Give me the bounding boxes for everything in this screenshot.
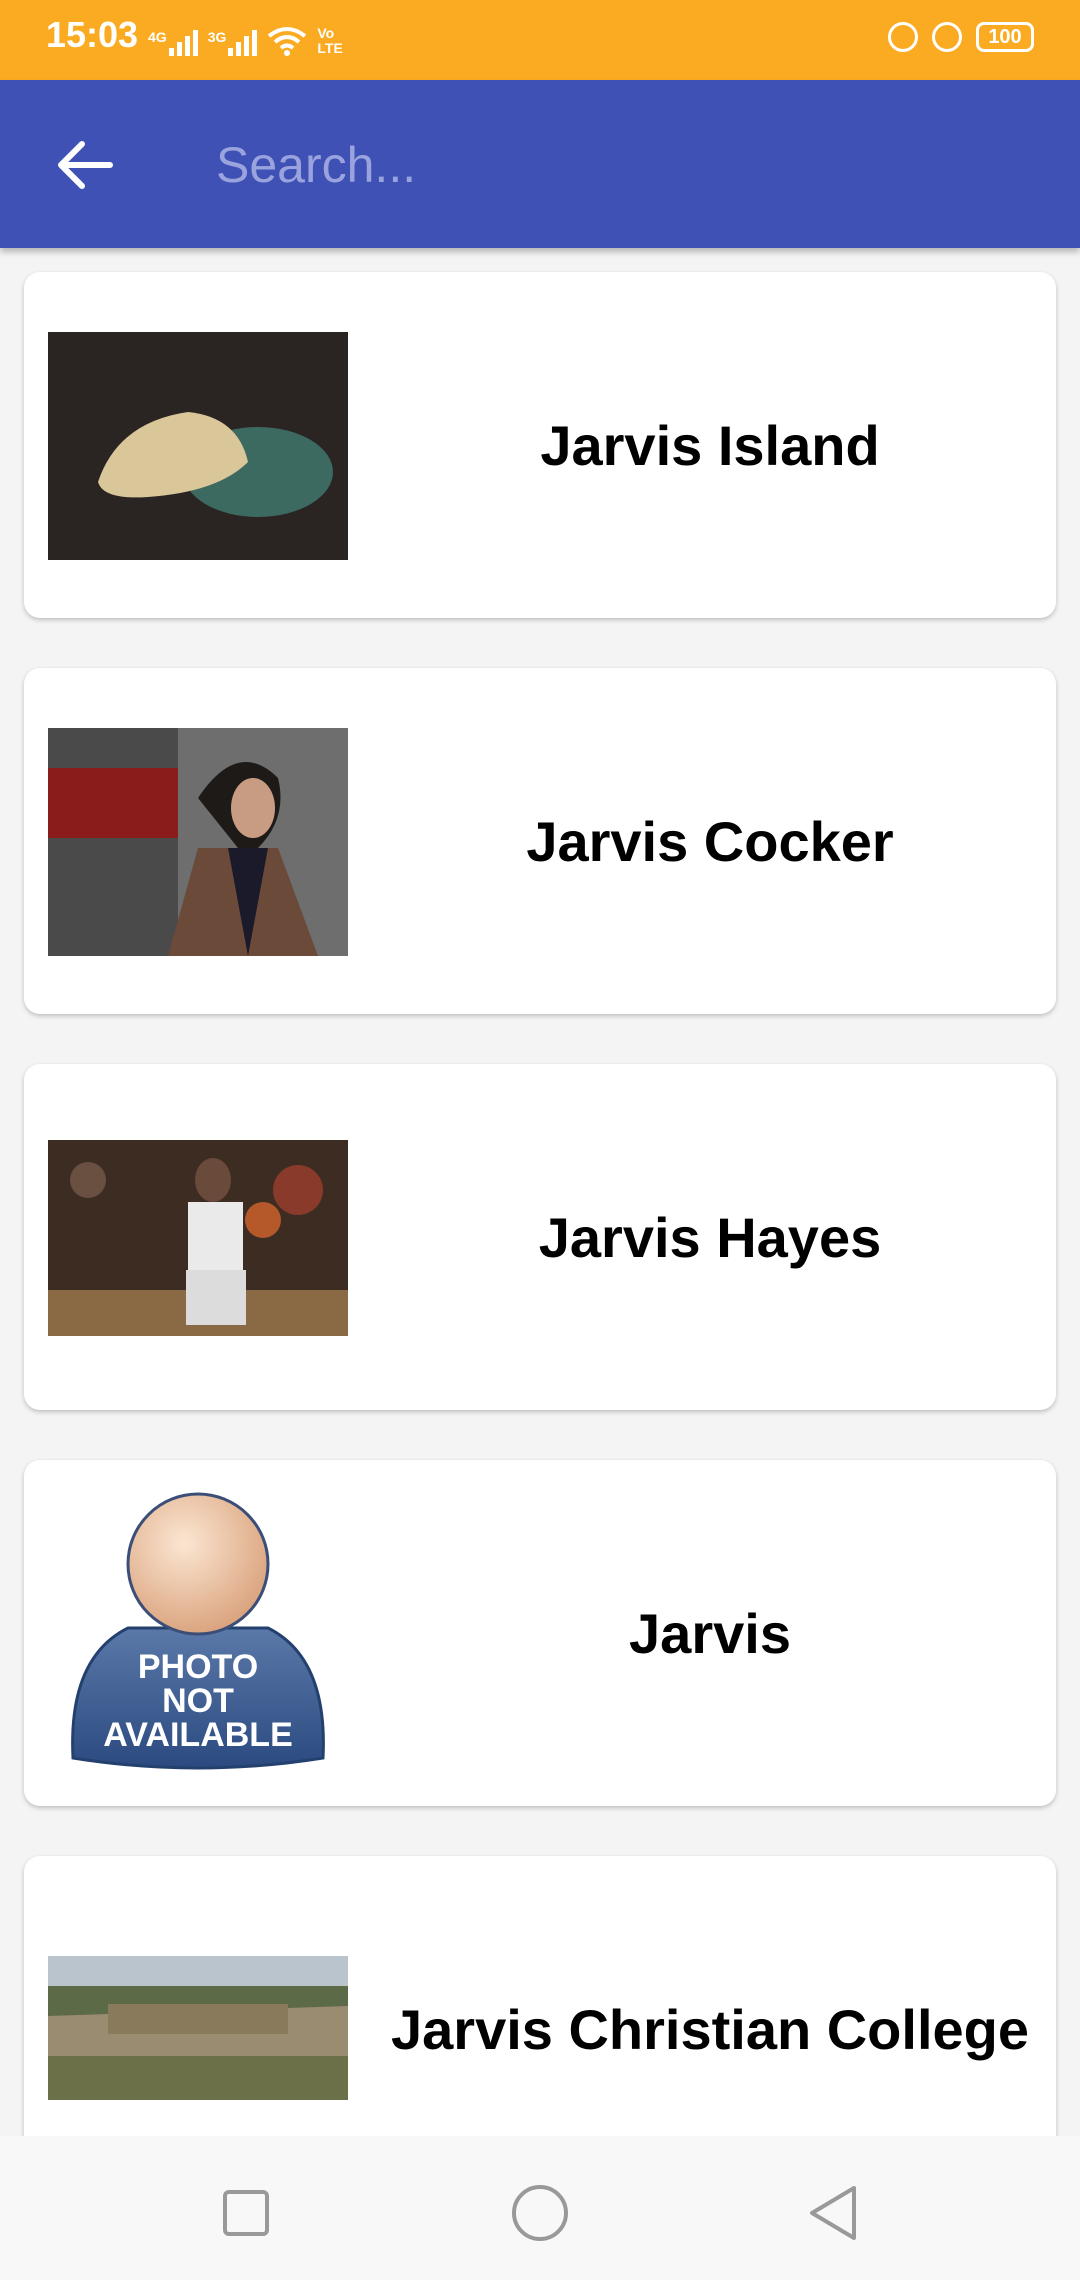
jarvis-christian-college-thumbnail [48, 1956, 348, 2100]
result-title: Jarvis Hayes [538, 1205, 882, 1269]
home-icon[interactable] [505, 2178, 575, 2248]
placeholder-text-line: PHOTO [138, 1648, 258, 1686]
placeholder-text-line: NOT [162, 1682, 234, 1720]
navigation-bar [0, 2136, 1080, 2280]
status-bar: 15:03 4G 3G Vo LTE 100 [0, 0, 1080, 80]
photo-not-available-icon: PHOTO NOT AVAILABLE [71, 1492, 325, 1770]
status-time: 15:03 [46, 14, 139, 55]
jarvis-hayes-thumbnail [48, 1140, 348, 1336]
result-title: Jarvis Cocker [526, 809, 894, 873]
signal-3g-icon: 3G [208, 30, 258, 56]
signal-4g-icon: 4G [148, 30, 198, 56]
volte-icon: Vo LTE [317, 25, 343, 56]
result-title: Jarvis Christian College [390, 1997, 1029, 2061]
search-input[interactable] [214, 124, 1038, 206]
jarvis-island-thumbnail [48, 332, 348, 560]
result-card-jarvis[interactable]: PHOTO NOT AVAILABLE Jarvis [24, 1460, 1056, 1806]
result-title: Jarvis Island [540, 413, 880, 477]
wifi-icon [268, 27, 307, 56]
status-left-icons: 4G 3G Vo LTE [148, 26, 363, 56]
result-card-jarvis-island[interactable]: Jarvis Island [24, 272, 1056, 618]
app-bar [0, 80, 1080, 248]
lock-icon [888, 22, 918, 52]
recent-apps-icon[interactable] [211, 2178, 281, 2248]
jarvis-cocker-thumbnail [48, 728, 348, 956]
placeholder-text-line: AVAILABLE [103, 1716, 293, 1754]
result-card-jarvis-christian-college[interactable]: Jarvis Christian College [24, 1856, 1056, 2136]
result-title: Jarvis [629, 1601, 791, 1665]
back-arrow-icon[interactable] [52, 132, 118, 198]
result-card-jarvis-cocker[interactable]: Jarvis Cocker [24, 668, 1056, 1014]
results-list[interactable]: Jarvis Island Jarvis Cocker Jarvis Hayes [0, 248, 1080, 2136]
back-icon[interactable] [798, 2178, 868, 2248]
alarm-icon [932, 22, 962, 52]
status-right-icons: 100 [888, 22, 1034, 52]
result-card-jarvis-hayes[interactable]: Jarvis Hayes [24, 1064, 1056, 1410]
battery-icon: 100 [976, 22, 1034, 52]
